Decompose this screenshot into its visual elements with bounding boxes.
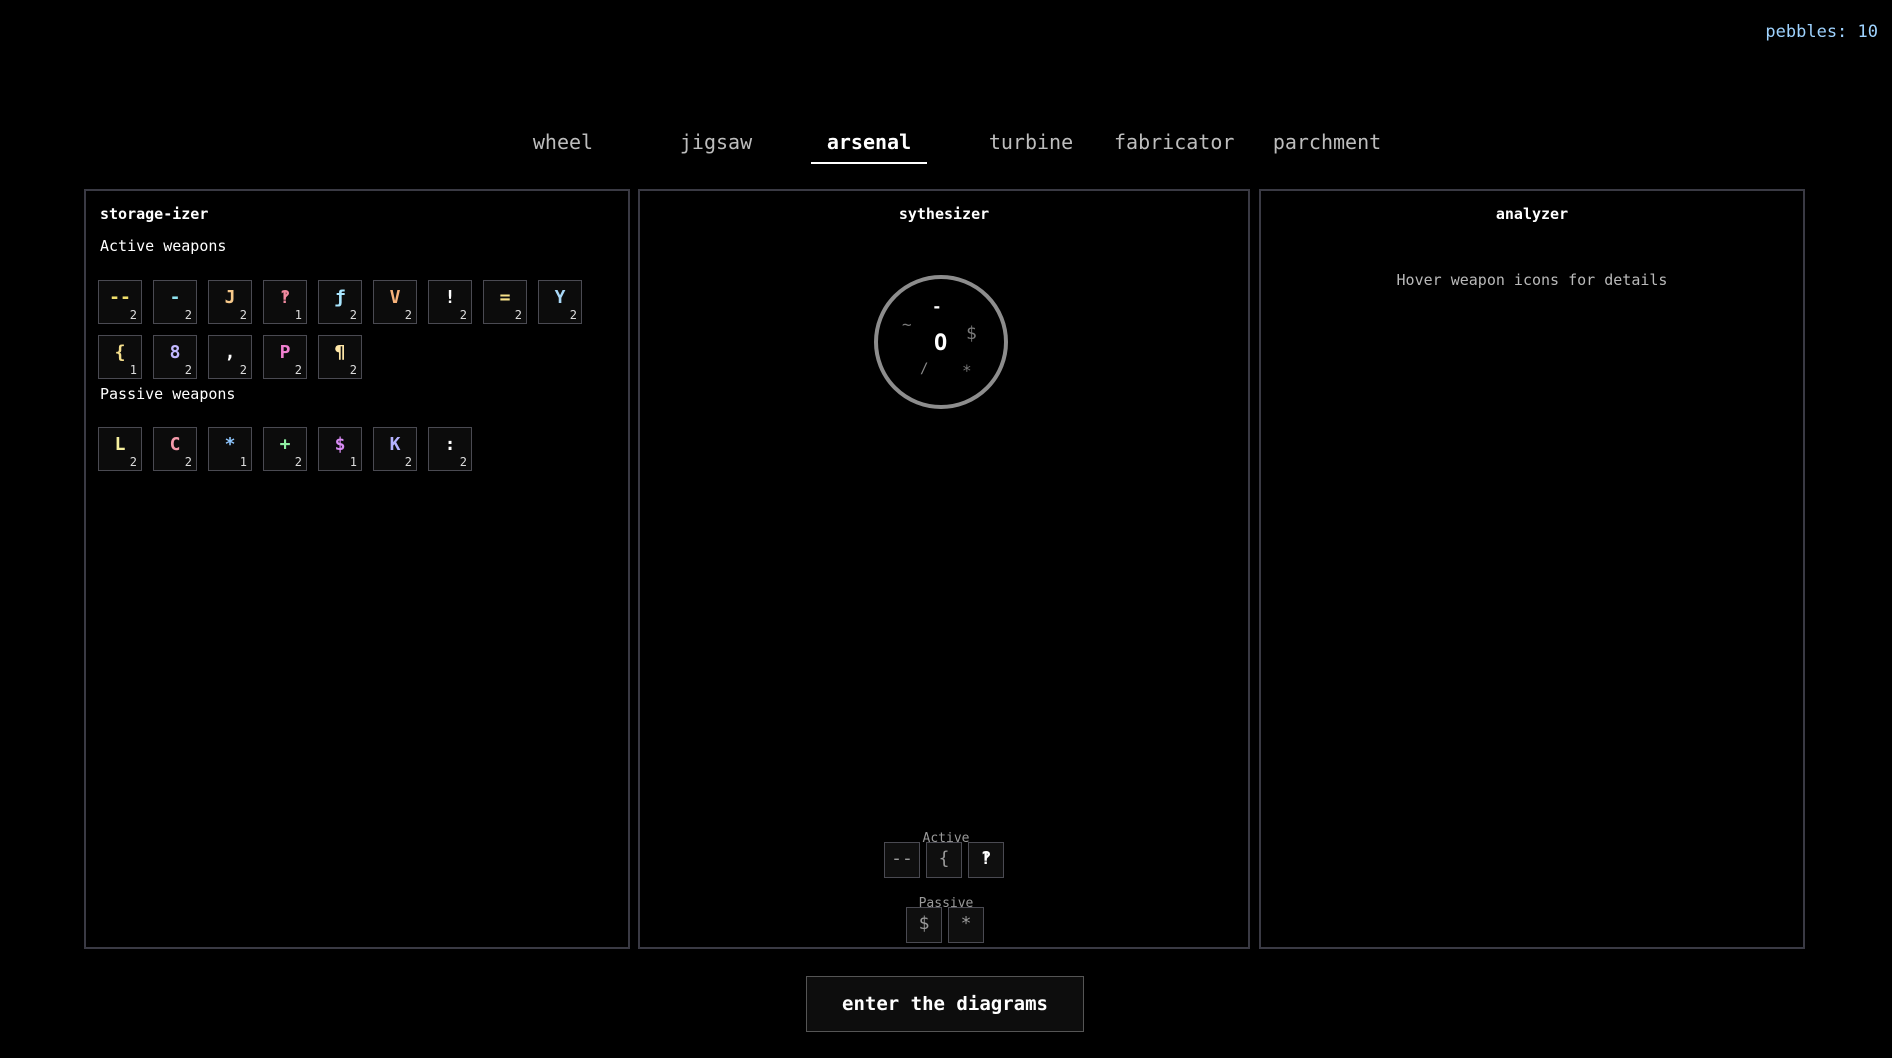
active-weapon-slot[interactable]: -2 (153, 280, 197, 324)
active-weapon-slot[interactable]: -- 2 (98, 280, 142, 324)
synth-active-slot[interactable]: { (926, 842, 962, 878)
weapon-glyph: C (169, 434, 181, 455)
weapon-glyph: : (444, 434, 456, 455)
weapon-count: 2 (239, 363, 247, 377)
active-weapon-slot[interactable]: ¶ 2 (318, 335, 362, 379)
enter-diagrams-button[interactable]: enter the diagrams (806, 976, 1084, 1032)
active-weapon-slot[interactable]: 82 (153, 335, 197, 379)
weapon-count: 2 (459, 455, 467, 469)
tab-fabricator[interactable]: fabricator (1114, 128, 1234, 162)
synth-active-slot[interactable]: ‽ (968, 842, 1004, 878)
analyzer-panel: analyzer Hover weapon icons for details (1259, 189, 1805, 949)
weapon-glyph: = (499, 287, 511, 308)
weapon-count: 2 (294, 455, 302, 469)
weapon-glyph: K (389, 434, 401, 455)
orbit-glyph: - (932, 297, 942, 316)
orbit-glyph: * (962, 361, 972, 380)
orbit-glyph: / (920, 361, 929, 377)
weapon-glyph: V (389, 287, 401, 308)
weapon-glyph: 8 (169, 342, 181, 363)
analyzer-title: analyzer (1495, 205, 1569, 223)
synthesizer-circle[interactable]: O - ~ $ / * (874, 275, 1008, 409)
synth-active-slot[interactable]: -- (884, 842, 920, 878)
weapon-glyph: * (224, 434, 236, 455)
tab-parchment[interactable]: parchment (1272, 128, 1382, 162)
weapon-count: 2 (129, 308, 137, 322)
weapon-count: 2 (514, 308, 522, 322)
weapon-count: 1 (349, 455, 357, 469)
active-weapon-slot[interactable]: ,2 (208, 335, 252, 379)
passive-weapon-slot[interactable]: K2 (373, 427, 417, 471)
weapon-count: 2 (569, 308, 577, 322)
weapon-count: 2 (349, 308, 357, 322)
weapon-glyph: $ (334, 434, 346, 455)
weapon-glyph: ¶ (334, 342, 346, 363)
weapon-glyph: Y (554, 287, 566, 308)
center-glyph: O (934, 331, 948, 356)
passive-weapon-slot[interactable]: * 1 (208, 427, 252, 471)
active-weapons-label: Active weapons (100, 237, 227, 255)
weapon-count: 2 (294, 363, 302, 377)
weapon-glyph: -- (109, 287, 131, 308)
active-weapon-slot[interactable]: ƒ2 (318, 280, 362, 324)
active-weapon-slot[interactable]: V2 (373, 280, 417, 324)
tab-jigsaw[interactable]: jigsaw (676, 128, 756, 162)
active-weapon-slot[interactable]: ! 2 (428, 280, 472, 324)
weapon-count: 2 (184, 363, 192, 377)
passive-weapon-slot[interactable]: $1 (318, 427, 362, 471)
weapon-count: 2 (239, 308, 247, 322)
weapon-count: 2 (459, 308, 467, 322)
weapon-count: 2 (184, 455, 192, 469)
passive-weapon-slot[interactable]: L2 (98, 427, 142, 471)
weapon-count: 2 (129, 455, 137, 469)
weapon-glyph: - (169, 287, 181, 308)
passive-weapons-label: Passive weapons (100, 385, 236, 403)
storage-title: storage-izer (100, 205, 209, 223)
weapon-glyph: J (224, 287, 236, 308)
weapon-count: 1 (294, 308, 302, 322)
weapon-glyph: ƒ (334, 287, 346, 308)
weapon-glyph: L (114, 434, 126, 455)
active-weapon-slot[interactable]: {1 (98, 335, 142, 379)
storage-panel: storage-izer Active weapons -- 2-2 J 2 ‽ 1 ƒ 2 V… (84, 189, 630, 949)
analyzer-hint: Hover weapon icons for details (1396, 271, 1668, 289)
weapon-glyph: , (224, 342, 236, 363)
weapon-count: 2 (404, 455, 412, 469)
passive-weapon-slot[interactable]: +2 (263, 427, 307, 471)
tab-turbine[interactable]: turbine (976, 128, 1086, 162)
weapon-glyph: + (279, 434, 291, 455)
weapon-glyph: ! (444, 287, 456, 308)
synthesizer-panel: sythesizer O - ~ $ / * Active -- { ‽ Pas… (638, 189, 1250, 949)
weapon-count: 1 (129, 363, 137, 377)
active-weapon-slot[interactable]: J2 (208, 280, 252, 324)
synth-passive-label: Passive (918, 896, 974, 911)
tab-bar: wheel jigsaw arsenal turbine fabricator … (0, 128, 1892, 164)
weapon-count: 2 (184, 308, 192, 322)
active-weapon-slot[interactable]: = 2 (483, 280, 527, 324)
pebbles-counter: pebbles: 10 (1765, 22, 1878, 42)
weapon-count: 2 (349, 363, 357, 377)
weapon-count: 2 (404, 308, 412, 322)
passive-weapon-slot[interactable]: :2 (428, 427, 472, 471)
active-weapon-slot[interactable]: P2 (263, 335, 307, 379)
active-weapon-slot[interactable]: Y2 (538, 280, 582, 324)
synth-passive-slot[interactable]: $ (906, 907, 942, 943)
weapon-count: 1 (239, 455, 247, 469)
tab-wheel[interactable]: wheel (528, 128, 598, 162)
weapon-glyph: { (114, 342, 126, 363)
orbit-glyph: ~ (902, 315, 912, 334)
weapon-glyph: ‽ (279, 287, 291, 308)
orbit-glyph: $ (966, 323, 977, 344)
active-weapon-slot[interactable]: ‽ 1 (263, 280, 307, 324)
synth-passive-slot[interactable]: * (948, 907, 984, 943)
synthesizer-title: sythesizer (898, 205, 990, 223)
passive-weapon-slot[interactable]: C2 (153, 427, 197, 471)
tab-arsenal[interactable]: arsenal (811, 128, 927, 164)
weapon-glyph: P (279, 342, 291, 363)
